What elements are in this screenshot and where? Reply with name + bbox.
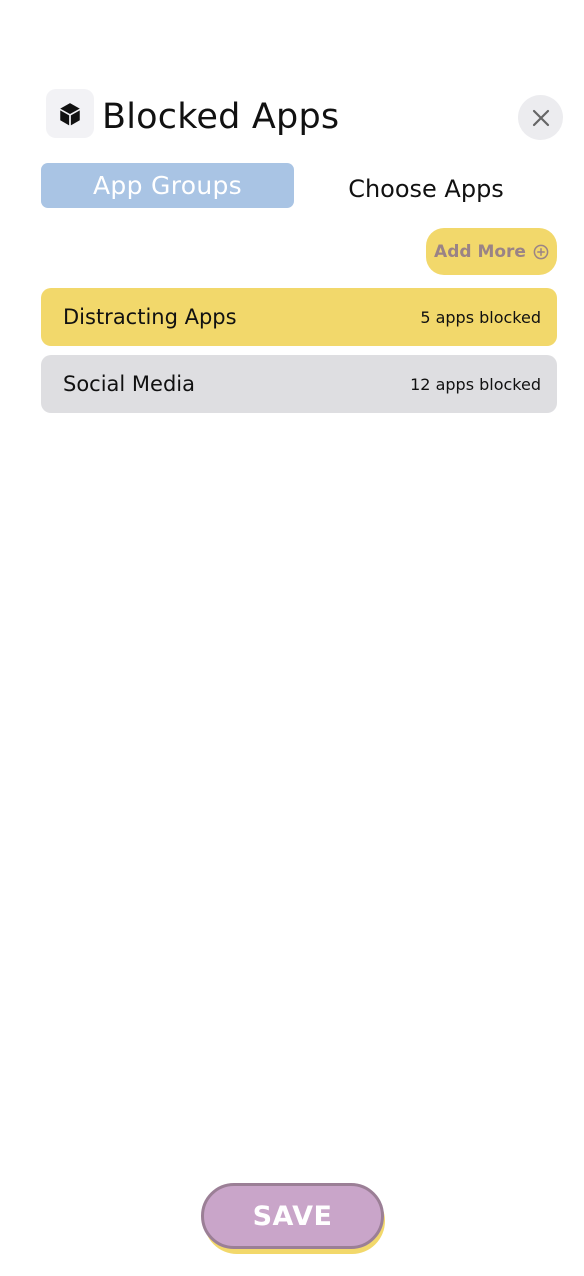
group-item-distracting-apps[interactable]: Distracting Apps 5 apps blocked [41, 288, 557, 346]
group-name: Social Media [63, 372, 196, 396]
save-button[interactable]: SAVE [201, 1183, 384, 1249]
close-icon [532, 109, 549, 126]
cube-icon [60, 102, 80, 125]
group-blocked-count: 5 apps blocked [420, 307, 541, 327]
group-name: Distracting Apps [63, 305, 237, 329]
tab-choose-apps[interactable]: Choose Apps [310, 166, 542, 211]
add-more-label: Add More [434, 241, 526, 262]
plus-circle-icon [533, 244, 549, 259]
app-icon-tile [46, 89, 94, 138]
page-title: Blocked Apps [102, 97, 340, 137]
group-item-social-media[interactable]: Social Media 12 apps blocked [41, 355, 557, 413]
close-button[interactable] [518, 95, 563, 140]
add-more-button[interactable]: Add More [426, 228, 557, 275]
tab-app-groups[interactable]: App Groups [41, 163, 294, 208]
group-blocked-count: 12 apps blocked [410, 374, 541, 394]
